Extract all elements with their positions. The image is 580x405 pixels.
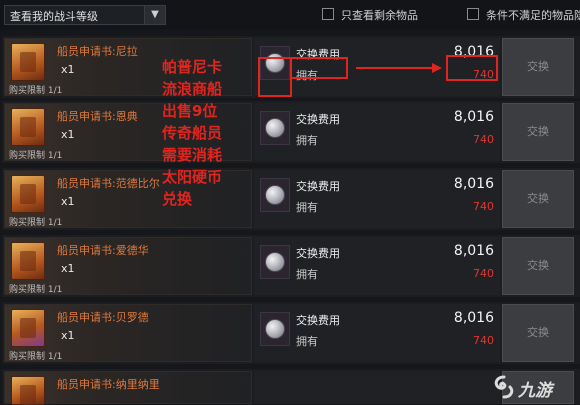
item-name: 船员申请书:贝罗德: [57, 311, 149, 324]
crew-application-icon: [11, 309, 45, 347]
annotation-line: 流浪商船: [162, 80, 223, 98]
unmet-items-label: 条件不满足的物品隐: [486, 9, 580, 22]
checkbox-box[interactable]: [467, 8, 479, 20]
filter-bar: 查看我的战斗等级 ▼ 只查看剩余物品 条件不满足的物品隐: [0, 0, 580, 30]
item-quantity: x1: [61, 329, 75, 342]
fee-label: 交换费用: [296, 113, 340, 126]
cost-panel: 交换费用 拥有 8,016 740: [254, 237, 500, 295]
owned-label: 拥有: [296, 201, 318, 214]
annotation-box-fee: [290, 57, 348, 79]
list-item: x1 船员申请书:爱德华 购买限制 1/1 交换费用 拥有 8,016 740 …: [2, 235, 580, 299]
annotation-line: 太阳硬币: [162, 168, 223, 186]
owned-label: 拥有: [296, 134, 318, 147]
purchase-limit: 购买限制 1/1: [9, 151, 63, 161]
watermark-text: 九游: [518, 381, 552, 401]
checkbox-box[interactable]: [322, 8, 334, 20]
watermark-logo: 九游: [490, 374, 576, 401]
sun-coin-slot: [260, 245, 290, 279]
item-name: 船员申请书:范德比尔: [57, 177, 160, 190]
fee-value: 8,016: [453, 243, 494, 259]
annotation-line: 帕普尼卡: [162, 58, 223, 76]
purchase-limit: 购买限制 1/1: [9, 86, 63, 96]
sun-coin-icon: [265, 252, 285, 272]
annotation-text: 帕普尼卡 流浪商船 出售9位 传奇船员 需要消耗 太阳硬币 兑换: [162, 56, 262, 210]
annotation-arrow-icon: [356, 63, 442, 73]
item-name: 船员申请书:恩典: [57, 110, 138, 123]
item-name: 船员申请书:爱德华: [57, 244, 149, 257]
sun-coin-icon: [265, 118, 285, 138]
owned-value: 740: [473, 267, 494, 280]
item-card: x1 船员申请书:贝罗德 购买限制 1/1: [4, 304, 252, 362]
owned-value: 740: [473, 334, 494, 347]
purchase-limit: 购买限制 1/1: [9, 218, 63, 228]
item-quantity: x1: [61, 63, 75, 76]
fee-value: 8,016: [453, 310, 494, 326]
fee-value: 8,016: [453, 176, 494, 192]
annotation-line: 兑换: [162, 190, 193, 208]
item-card: x1 船员申请书:爱德华 购买限制 1/1: [4, 237, 252, 295]
item-quantity: x1: [61, 195, 75, 208]
cost-panel: 交换费用 拥有 8,016 740: [254, 170, 500, 228]
watermark-swirl-icon: [494, 375, 514, 399]
item-name: 船员申请书:纳里纳里: [57, 378, 160, 391]
exchange-button[interactable]: 交换: [502, 170, 574, 228]
item-quantity: x1: [61, 262, 75, 275]
fee-label: 交换费用: [296, 314, 340, 327]
crew-application-icon: [11, 108, 45, 146]
sun-coin-slot: [260, 111, 290, 145]
owned-value: 740: [473, 133, 494, 146]
sun-coin-icon: [265, 185, 285, 205]
remaining-only-label: 只查看剩余物品: [341, 9, 418, 22]
list-item: x1 船员申请书:恩典 购买限制 1/1 交换费用 拥有 8,016 740 交…: [2, 101, 580, 165]
owned-value: 740: [473, 200, 494, 213]
item-card: 船员申请书:纳里纳里: [4, 371, 252, 405]
annotation-box-coin: [258, 57, 292, 97]
chevron-down-icon[interactable]: ▼: [144, 6, 165, 24]
crew-application-icon: [11, 376, 45, 405]
sun-coin-icon: [265, 319, 285, 339]
sun-coin-slot: [260, 178, 290, 212]
purchase-limit: 购买限制 1/1: [9, 285, 63, 295]
cost-panel: [254, 371, 500, 404]
fee-label: 交换费用: [296, 247, 340, 260]
owned-label: 拥有: [296, 335, 318, 348]
sun-coin-slot: [260, 312, 290, 346]
annotation-line: 出售9位: [162, 102, 218, 120]
cost-panel: 交换费用 拥有 8,016 740: [254, 103, 500, 161]
exchange-button[interactable]: 交换: [502, 38, 574, 96]
item-name: 船员申请书:尼拉: [57, 45, 138, 58]
annotation-line: 需要消耗: [162, 146, 223, 164]
combat-level-dropdown[interactable]: 查看我的战斗等级 ▼: [4, 5, 166, 25]
dropdown-label: 查看我的战斗等级: [10, 10, 98, 23]
item-quantity: x1: [61, 128, 75, 141]
purchase-limit: 购买限制 1/1: [9, 352, 63, 362]
crew-application-icon: [11, 175, 45, 213]
fee-value: 8,016: [453, 109, 494, 125]
list-item: x1 船员申请书:贝罗德 购买限制 1/1 交换费用 拥有 8,016 740 …: [2, 302, 580, 366]
owned-label: 拥有: [296, 268, 318, 281]
list-item: x1 船员申请书:范德比尔 购买限制 1/1 交换费用 拥有 8,016 740…: [2, 168, 580, 232]
exchange-button[interactable]: 交换: [502, 237, 574, 295]
exchange-button[interactable]: 交换: [502, 304, 574, 362]
cost-panel: 交换费用 拥有 8,016 740: [254, 304, 500, 362]
annotation-line: 传奇船员: [162, 124, 223, 142]
crew-application-icon: [11, 43, 45, 81]
fee-label: 交换费用: [296, 180, 340, 193]
annotation-box-value: [446, 55, 498, 81]
exchange-button[interactable]: 交换: [502, 103, 574, 161]
crew-application-icon: [11, 242, 45, 280]
